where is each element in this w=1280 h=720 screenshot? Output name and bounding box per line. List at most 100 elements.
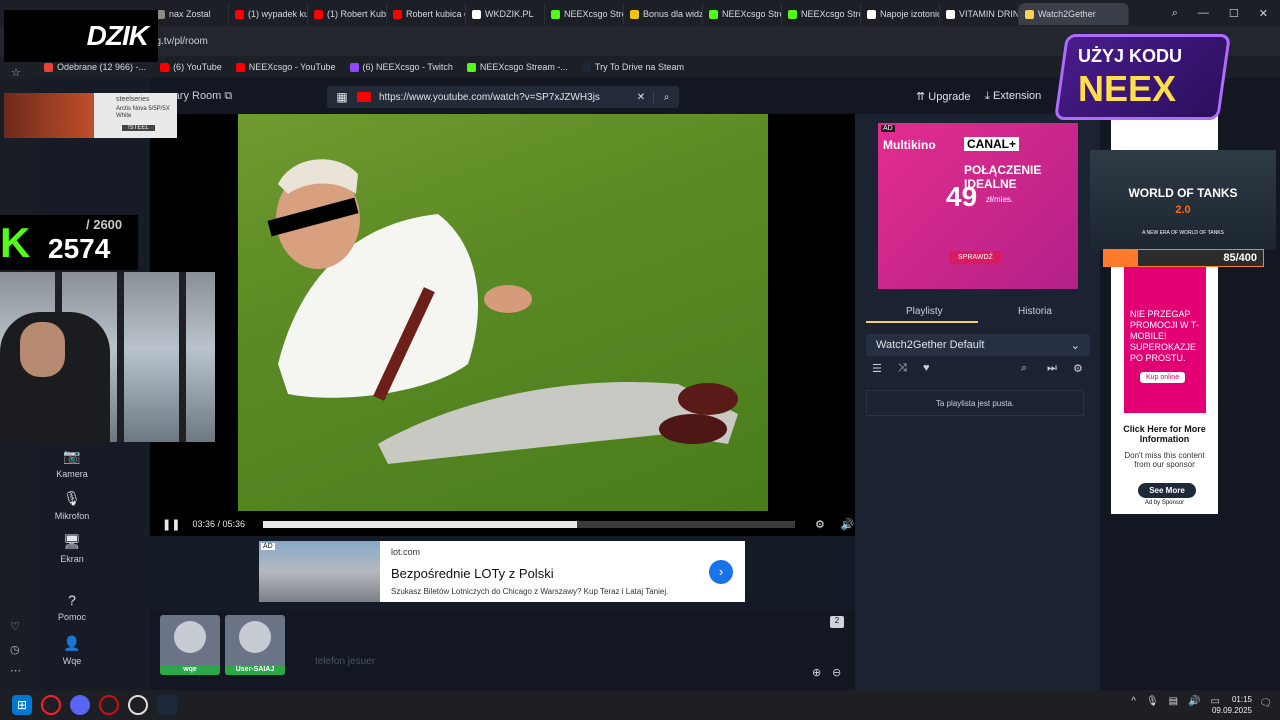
rail-ekran-button[interactable]: 🖥 Ekran <box>34 533 110 564</box>
window-controls: ⌕ — ☐ ✕ <box>1172 0 1280 26</box>
extension-button[interactable]: ⤓ Extension <box>985 90 1041 103</box>
bookmark-item[interactable]: Odebrane (12 966) -... <box>44 62 146 72</box>
history-icon[interactable]: ◷ <box>10 643 20 656</box>
opera-gx-icon[interactable] <box>41 695 61 715</box>
ad-title[interactable]: Bezpośrednie LOTy z Polski <box>391 566 554 581</box>
ad-more-title: Click Here for More Information <box>1123 424 1206 444</box>
browser-tab[interactable]: WKDZIK.PL <box>466 3 545 25</box>
obs-icon[interactable] <box>128 695 148 715</box>
minimize-icon[interactable]: — <box>1198 7 1209 19</box>
playlist-select[interactable]: Watch2Gether Default ⌄ <box>866 334 1090 356</box>
skip-icon[interactable]: ⏭ <box>1047 362 1057 375</box>
tab-label: NEEXcsgo Stream <box>801 9 860 19</box>
mic-icon[interactable]: 🎙 <box>1146 696 1159 707</box>
user-tile[interactable]: wqe <box>160 615 220 675</box>
grid-icon[interactable]: ▦ <box>327 90 357 104</box>
chevron-up-icon[interactable]: ^ <box>1131 696 1136 707</box>
tab-label: Robert kubica cr <box>406 9 466 19</box>
rail-wqe-button[interactable]: 👤 Wqe <box>34 635 110 666</box>
chevron-down-icon: ⌄ <box>1070 339 1080 352</box>
opera-icon[interactable] <box>99 695 119 715</box>
heart-icon[interactable]: ♥ <box>923 362 930 374</box>
ad-arrow-button[interactable]: › <box>709 560 733 584</box>
clear-icon[interactable]: ✕ <box>629 92 653 103</box>
user-tile[interactable]: User-SAIAJ <box>225 615 285 675</box>
network-icon[interactable]: ▤ <box>1169 696 1178 707</box>
settings-icon[interactable]: ⚙ <box>815 518 825 531</box>
ad-headline: POŁĄCZENIE IDEALNE <box>964 163 1042 191</box>
ad-image <box>259 541 380 602</box>
maximize-icon[interactable]: ☐ <box>1229 7 1239 20</box>
zoom-in-icon[interactable]: ⊕ <box>812 666 821 679</box>
more-icon[interactable]: ⋯ <box>10 664 21 677</box>
wot-subtitle: A NEW ERA OF WORLD OF TANKS <box>1142 230 1224 236</box>
search-icon[interactable]: ⌕ <box>1021 362 1027 375</box>
shuffle-icon[interactable]: ⤨ <box>898 362 907 375</box>
lot-ad[interactable]: AD lot.com Bezpośrednie LOTy z Polski Sz… <box>259 541 745 602</box>
ad-brand: Multikino <box>883 138 936 152</box>
browser-tab[interactable]: (1) wypadek kub <box>229 3 308 25</box>
headset-image <box>4 93 94 138</box>
steam-icon[interactable] <box>157 695 177 715</box>
see-more-button[interactable]: See More <box>1138 483 1196 498</box>
browser-tab[interactable]: nax Zostal <box>150 3 229 25</box>
chat-input[interactable]: telefon jesuer <box>315 656 375 667</box>
settings-icon[interactable]: ⚙ <box>1073 362 1083 375</box>
star-icon[interactable]: ☆ <box>11 66 21 79</box>
video-image <box>267 159 738 464</box>
close-icon[interactable]: ✕ <box>1259 7 1268 20</box>
discord-icon[interactable] <box>70 695 90 715</box>
tmobile-cta[interactable]: Kup online <box>1140 372 1186 383</box>
bookmark-item[interactable]: Try To Drive na Steam <box>581 62 684 72</box>
tab-favicon-icon <box>314 9 323 19</box>
search-icon[interactable]: ⌕ <box>1172 7 1178 20</box>
rail-kamera-button[interactable]: 📷 Kamera <box>34 448 110 479</box>
pause-icon[interactable]: ❚❚ <box>162 518 180 531</box>
search-input[interactable]: https://www.youtube.com/watch?v=SP7xJZWH… <box>379 92 629 103</box>
search-icon[interactable]: ⌕ <box>653 91 679 103</box>
bookmark-item[interactable]: (6) YouTube <box>160 62 222 72</box>
progress-bar[interactable] <box>262 520 795 528</box>
notification-icon[interactable]: 🗨 <box>1259 698 1272 709</box>
tab-strip: nax Zostal (1) wypadek kub (1) Robert Kubi… <box>150 1 1129 25</box>
ad-cta[interactable]: SPRAWDŹ <box>950 251 1001 264</box>
browser-tab[interactable]: Watch2Gether <box>1019 3 1129 25</box>
browser-tab[interactable]: VITAMIN DRINK <box>940 3 1019 25</box>
list-icon[interactable]: ☰ <box>872 362 882 375</box>
video-search-box[interactable]: ▦ https://www.youtube.com/watch?v=SP7xJZ… <box>327 86 679 108</box>
volume-icon[interactable]: 🔊 <box>1188 696 1200 707</box>
bookmark-item[interactable]: NEEXcsgo Stream -... <box>466 62 568 72</box>
windows-start-icon[interactable]: ⊞ <box>12 695 32 715</box>
browser-tab[interactable]: NEEXcsgo Stream <box>782 3 861 25</box>
tab-history[interactable]: Historia <box>1018 306 1052 317</box>
volume-icon[interactable]: 🔊 <box>841 518 855 531</box>
windows-taskbar: ⊞ ^ 🎙 ▤ 🔊 ▭ 01:15 09.09.2025 🗨 <box>0 690 1280 720</box>
canal-plus-ad[interactable]: AD Multikino CANAL+ POŁĄCZENIE IDEALNE 4… <box>878 123 1078 289</box>
bookmark-icon <box>235 62 245 72</box>
browser-tab[interactable]: Bonus dla widzó <box>624 3 703 25</box>
browser-tab[interactable]: (1) Robert Kubic <box>308 3 387 25</box>
heart-icon[interactable]: ♡ <box>10 620 20 633</box>
copy-icon[interactable]: ⧉ <box>224 90 232 102</box>
tab-label: WKDZIK.PL <box>485 9 534 19</box>
browser-tab[interactable]: NEEXcsgo Stream <box>545 3 624 25</box>
rail-pomoc-button[interactable]: ? Pomoc <box>34 592 110 622</box>
bookmark-label: Odebrane (12 966) -... <box>57 62 147 72</box>
tab-playlists[interactable]: Playlisty <box>906 306 943 317</box>
bookmark-item[interactable]: NEEXcsgo - YouTube <box>235 62 336 72</box>
browser-tab[interactable]: Robert kubica cr <box>387 3 466 25</box>
bookmark-icon <box>160 62 170 72</box>
ad-unit: zł/mies. <box>986 195 1014 204</box>
steel-brand: steelseries <box>116 96 150 103</box>
url-text[interactable]: 2g.tv/pl/room <box>150 36 208 47</box>
upgrade-button[interactable]: ⇈ Upgrade <box>916 90 970 103</box>
browser-tab[interactable]: NEEXcsgo Stream <box>703 3 782 25</box>
clock[interactable]: 01:15 09.09.2025 <box>1212 694 1252 716</box>
bookmark-label: NEEXcsgo Stream -... <box>479 62 568 72</box>
player-controls: ❚❚ 03:36 / 05:36 ⚙ 🔊 <box>150 512 855 536</box>
bookmark-item[interactable]: (6) NEEXcsgo - Twitch <box>349 62 453 72</box>
browser-tab[interactable]: Napoje izotonicz <box>861 3 940 25</box>
tmobile-creative[interactable]: NIE PRZEGAP PROMOCJI W T-MOBILE! SUPEROK… <box>1124 255 1206 413</box>
rail-mikrofon-button[interactable]: 🎙 Mikrofon <box>34 490 110 521</box>
zoom-out-icon[interactable]: ⊖ <box>832 666 841 679</box>
